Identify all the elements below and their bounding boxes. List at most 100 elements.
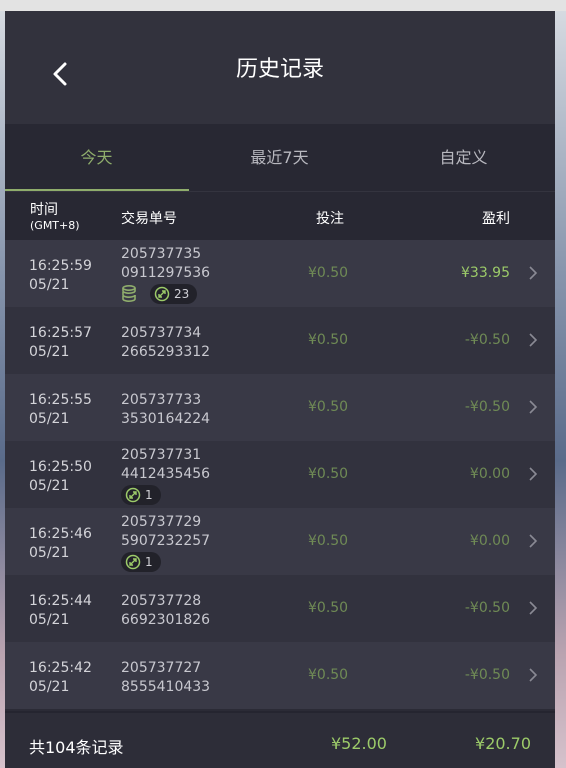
column-header-time-label: 时间 [30,202,58,218]
free-spin-icon [154,286,170,302]
free-spin-count: 1 [145,488,153,502]
row-order-line-2: 5907232257 [121,533,211,549]
table-row[interactable]: 16:25:44 05/21 205737728 6692301826 ¥0.5… [5,575,555,642]
row-order-line-1: 205737727 [121,660,202,676]
tab-today[interactable]: 今天 [5,124,188,192]
tab-bar: 今天 最近7天 自定义 [5,124,555,192]
row-order-line-2: 8555410433 [121,679,211,695]
row-order-line-1: 205737729 [121,514,202,530]
free-spin-count: 23 [174,287,190,301]
page-header: 历史记录 [5,11,555,124]
row-profit: -¥0.50 [464,399,510,415]
row-order: 205737733 3530164224 [121,391,210,429]
tab-last-7-days[interactable]: 最近7天 [188,124,371,192]
row-profit: -¥0.50 [464,600,510,616]
free-spin-badge: 1 [121,552,161,572]
coin-stack-icon [121,284,143,304]
row-date-value: 05/21 [29,344,70,360]
row-time-value: 16:25:55 [29,392,92,408]
row-time: 16:25:59 05/21 [29,257,92,295]
row-order: 205737734 2665293312 [121,324,210,362]
total-bet-value: ¥52.00 [331,734,387,753]
row-order-line-2: 4412435456 [121,466,211,482]
row-bet: ¥0.50 [308,533,349,549]
table-row[interactable]: 16:25:46 05/21 205737729 5907232257 1 ¥0… [5,508,555,575]
row-time-value: 16:25:44 [29,593,92,609]
table-row[interactable]: 16:25:59 05/21 205737735 0911297536 23 ¥… [5,240,555,307]
row-bet: ¥0.50 [308,265,349,281]
row-order-line-1: 205737733 [121,392,202,408]
row-date-value: 05/21 [29,411,70,427]
summary-footer: 共104条记录 ¥52.00 ¥20.70 [5,711,555,768]
chevron-right-icon [528,533,538,549]
row-order-line-1: 205737735 [121,246,202,262]
column-header-time: 时间 (GMT+8) [30,202,80,234]
row-order-line-2: 0911297536 [121,265,211,281]
chevron-right-icon [528,265,538,281]
row-time-value: 16:25:46 [29,526,92,542]
row-bet: ¥0.50 [308,332,349,348]
free-spin-count: 1 [145,555,153,569]
row-profit: ¥0.00 [469,533,510,549]
table-row[interactable]: 16:25:42 05/21 205737727 8555410433 ¥0.5… [5,642,555,709]
row-order-line-1: 205737734 [121,325,202,341]
row-profit: -¥0.50 [464,667,510,683]
free-spin-badge: 23 [150,284,198,304]
row-order-line-1: 205737731 [121,447,202,463]
row-time: 16:25:44 05/21 [29,592,92,630]
window-top-strip [0,0,566,11]
row-time: 16:25:57 05/21 [29,324,92,362]
free-spin-icon [125,554,141,570]
row-date-value: 05/21 [29,679,70,695]
table-row[interactable]: 16:25:55 05/21 205737733 3530164224 ¥0.5… [5,374,555,441]
table-header: 时间 (GMT+8) 交易单号 投注 盈利 [5,192,555,240]
history-panel: 历史记录 今天 最近7天 自定义 时间 (GMT+8) 交易单号 投注 盈利 1… [5,11,555,768]
row-bet: ¥0.50 [308,399,349,415]
row-time: 16:25:42 05/21 [29,659,92,697]
chevron-right-icon [528,667,538,683]
row-time-value: 16:25:42 [29,660,92,676]
total-profit-value: ¥20.70 [475,734,531,753]
column-header-timezone: (GMT+8) [30,219,80,232]
row-order-line-2: 3530164224 [121,411,211,427]
row-time: 16:25:55 05/21 [29,391,92,429]
column-header-order: 交易单号 [121,211,177,227]
row-profit: ¥0.00 [469,466,510,482]
row-time-value: 16:25:50 [29,459,92,475]
row-order: 205737731 4412435456 [121,446,210,484]
table-row[interactable]: 16:25:50 05/21 205737731 4412435456 1 ¥0… [5,441,555,508]
page-title: 历史记录 [235,57,324,82]
row-order: 205737728 6692301826 [121,592,210,630]
free-spin-badge: 1 [121,485,161,505]
row-time-value: 16:25:59 [29,258,92,274]
row-bet: ¥0.50 [308,466,349,482]
column-header-bet: 投注 [316,211,344,227]
row-order-line-1: 205737728 [121,593,202,609]
table-row[interactable]: 16:25:57 05/21 205737734 2665293312 ¥0.5… [5,307,555,374]
tab-custom[interactable]: 自定义 [372,124,555,192]
chevron-right-icon [528,332,538,348]
total-records-label: 共104条记录 [29,738,124,757]
chevron-right-icon [528,399,538,415]
chevron-right-icon [528,600,538,616]
chevron-right-icon [528,466,538,482]
row-date-value: 05/21 [29,277,70,293]
row-order: 205737735 0911297536 [121,245,210,283]
row-date-value: 05/21 [29,545,70,561]
row-time: 16:25:46 05/21 [29,525,92,563]
row-order-line-2: 6692301826 [121,612,211,628]
row-bet: ¥0.50 [308,600,349,616]
column-header-profit: 盈利 [482,211,510,227]
row-date-value: 05/21 [29,612,70,628]
row-bet: ¥0.50 [308,667,349,683]
row-order: 205737729 5907232257 [121,513,210,551]
row-profit: -¥0.50 [464,332,510,348]
row-order-line-2: 2665293312 [121,344,211,360]
row-time-value: 16:25:57 [29,325,92,341]
row-order: 205737727 8555410433 [121,659,210,697]
free-spin-icon [125,487,141,503]
row-profit: ¥33.95 [461,265,510,281]
row-time: 16:25:50 05/21 [29,458,92,496]
history-list: 16:25:59 05/21 205737735 0911297536 23 ¥… [5,240,555,709]
row-date-value: 05/21 [29,478,70,494]
